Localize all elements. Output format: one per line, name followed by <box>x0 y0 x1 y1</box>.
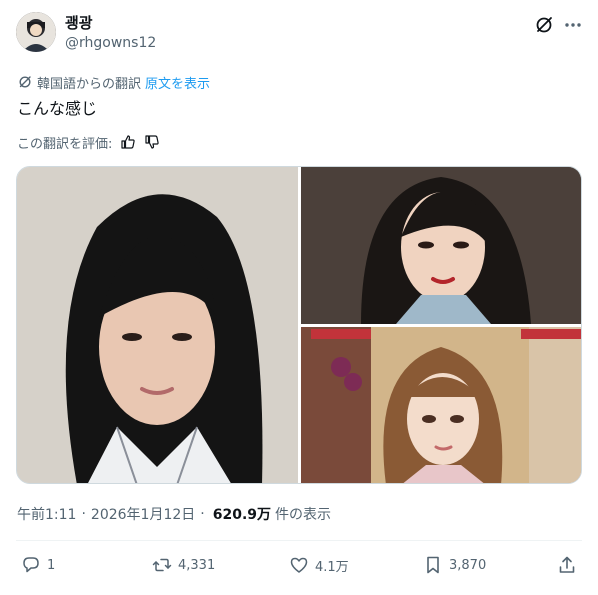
avatar-image <box>16 12 56 52</box>
views-label: 件の表示 <box>275 507 332 523</box>
bookmark-button[interactable]: 3,870 <box>423 552 486 578</box>
retweet-count: 4,331 <box>178 557 216 573</box>
display-name[interactable]: 괭광 <box>65 12 93 33</box>
divider-top <box>16 540 582 541</box>
show-original-link[interactable]: 原文を表示 <box>145 73 210 92</box>
meta-separator-2: · <box>200 506 205 522</box>
bookmark-count: 3,870 <box>449 557 487 573</box>
thumbs-down-icon[interactable] <box>144 134 160 150</box>
photo-1[interactable] <box>17 167 298 483</box>
translation-notice: 韓国語からの翻訳 原文を表示 <box>18 73 210 92</box>
grok-icon[interactable] <box>533 14 555 36</box>
heart-icon <box>290 557 308 573</box>
reply-button[interactable]: 1 <box>21 552 55 578</box>
action-bar: 1 4,331 4.1万 3,870 <box>0 552 598 578</box>
reply-count: 1 <box>47 557 56 573</box>
avatar[interactable] <box>16 12 56 52</box>
tweet-text: こんな感じ <box>17 99 98 118</box>
tweet-card: 괭광 @rhgowns12 韓国語からの翻訳 原文を表示 こんな感じ この翻訳を… <box>0 0 598 595</box>
retweet-button[interactable]: 4,331 <box>152 552 215 578</box>
photo-2[interactable] <box>301 167 581 324</box>
like-count: 4.1万 <box>315 559 349 575</box>
reply-icon <box>23 557 39 573</box>
tweet-time[interactable]: 午前1:11 <box>17 504 76 524</box>
share-button[interactable] <box>557 552 577 578</box>
meta-separator: · <box>81 506 86 522</box>
thumbs-up-icon[interactable] <box>120 134 136 150</box>
more-icon[interactable] <box>562 14 584 36</box>
user-handle[interactable]: @rhgowns12 <box>65 35 156 51</box>
tweet-date[interactable]: 2026年1月12日 <box>91 504 195 524</box>
translation-label: 韓国語からの翻訳 <box>37 76 142 92</box>
rate-label: この翻訳を評価: <box>17 136 113 152</box>
bookmark-icon <box>427 556 439 574</box>
share-icon <box>559 556 575 573</box>
photo-3[interactable] <box>301 327 581 483</box>
rate-translation: この翻訳を評価: <box>17 133 160 152</box>
views-count: 620.9万 <box>212 507 272 523</box>
media-grid <box>16 166 582 484</box>
like-button[interactable]: 4.1万 <box>289 552 349 578</box>
tweet-meta: 午前1:11 · 2026年1月12日 · 620.9万 件の表示 <box>17 504 331 524</box>
retweet-icon <box>152 558 172 572</box>
grok-translate-icon <box>18 75 32 89</box>
